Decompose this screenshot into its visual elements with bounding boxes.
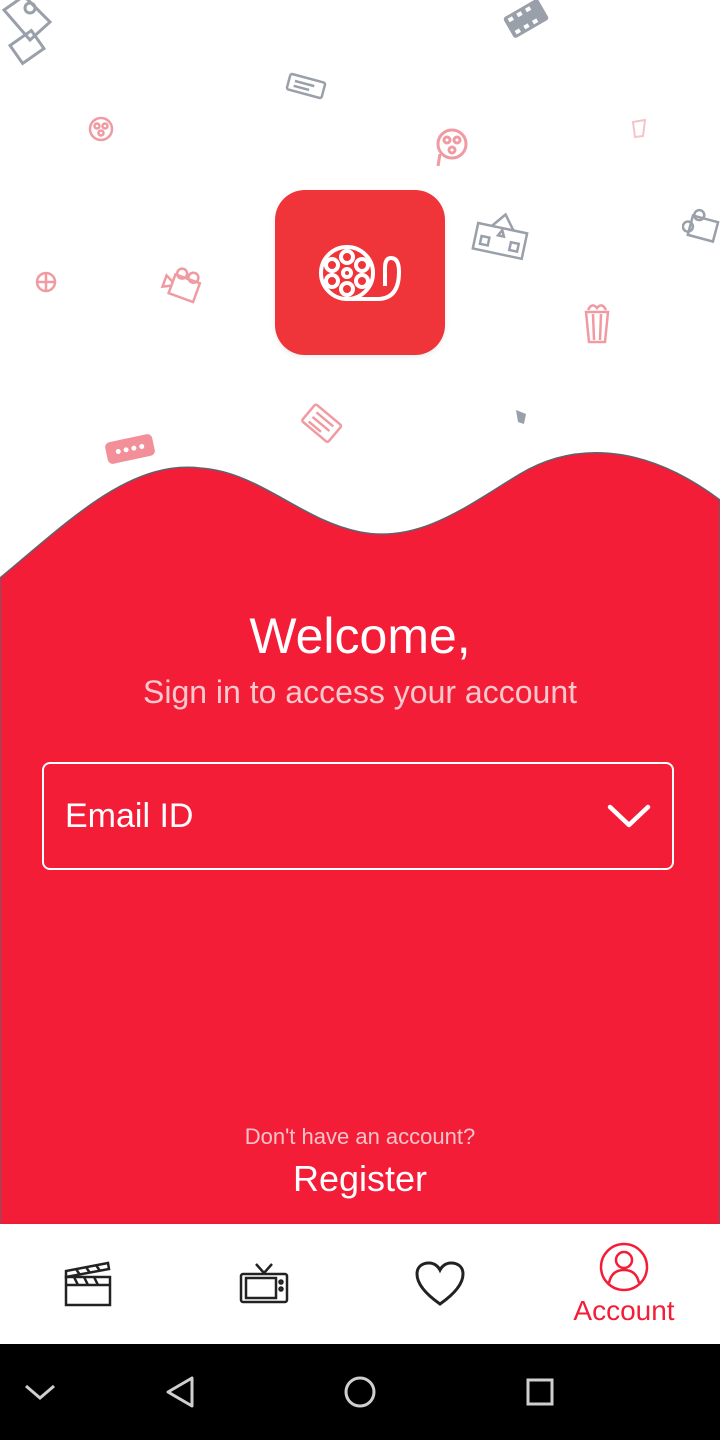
back-button[interactable]	[156, 1368, 204, 1416]
recents-icon	[526, 1378, 554, 1406]
system-navigation-bar	[0, 1344, 720, 1440]
register-link[interactable]: Register	[0, 1156, 720, 1202]
no-account-prompt: Don't have an account?	[244, 1124, 476, 1149]
ticket-doodle-icon	[285, 72, 327, 100]
tag-doodle-icon	[516, 410, 526, 424]
chevron-down-icon	[607, 804, 651, 828]
cinema-building-doodle-icon	[1, 0, 53, 66]
reel-doodle-icon	[436, 128, 468, 167]
reel-doodle-icon	[35, 271, 57, 293]
popcorn-doodle-icon	[584, 304, 610, 344]
collapse-button[interactable]	[16, 1368, 64, 1416]
clapperboard-icon	[64, 1261, 112, 1307]
home-button[interactable]	[336, 1368, 384, 1416]
film-reel-icon	[319, 244, 402, 301]
nav-item-tv[interactable]	[176, 1224, 352, 1344]
email-id-label: Email ID	[65, 796, 194, 835]
back-icon	[166, 1376, 194, 1408]
email-id-dropdown[interactable]: Email ID	[42, 762, 674, 870]
app-logo	[275, 190, 445, 355]
collapse-icon	[25, 1384, 55, 1400]
reel-doodle-icon	[88, 116, 114, 142]
heart-icon	[415, 1261, 465, 1306]
camera-doodle-icon	[160, 267, 202, 304]
nav-item-account[interactable]: Account	[536, 1224, 712, 1344]
bottom-navigation: Account	[0, 1224, 720, 1344]
user-icon	[599, 1242, 649, 1292]
recents-button[interactable]	[516, 1368, 564, 1416]
welcome-title: Welcome,	[249, 608, 471, 664]
login-screen: Welcome, Sign in to access your account …	[0, 0, 720, 1440]
cinema-building-doodle-icon	[471, 212, 529, 261]
nav-item-movies[interactable]	[0, 1224, 176, 1344]
film-strip-doodle-icon	[503, 0, 549, 38]
nav-item-favorites[interactable]	[352, 1224, 528, 1344]
nav-label-account: Account	[573, 1295, 675, 1326]
welcome-subtitle: Sign in to access your account	[142, 674, 577, 710]
tv-icon	[239, 1263, 289, 1304]
camera-doodle-icon	[682, 208, 720, 244]
popcorn-doodle-icon	[631, 118, 647, 139]
home-icon	[344, 1376, 376, 1408]
